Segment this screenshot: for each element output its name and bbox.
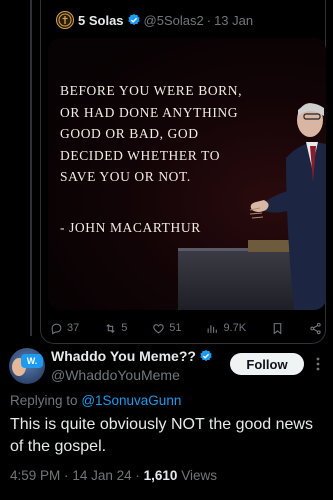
speaker-figure xyxy=(249,103,326,310)
tweet-date[interactable]: 13 Jan xyxy=(214,13,253,28)
verified-badge-icon xyxy=(200,349,212,362)
tweet-meta: 4:59 PM · 14 Jan 24 · 1,610 Views xyxy=(10,468,217,483)
views-label: Views xyxy=(181,468,217,483)
image-attribution: - John MacArthur xyxy=(60,220,201,235)
repost-action[interactable]: 5 xyxy=(104,322,127,335)
verified-badge-icon xyxy=(127,13,140,26)
views-count[interactable]: 1,610 xyxy=(144,468,178,483)
share-action[interactable] xyxy=(309,322,322,335)
thread-line xyxy=(30,0,32,336)
bar-chart-icon xyxy=(208,324,218,333)
tweet-text: This is quite obviously NOT the good new… xyxy=(10,416,313,455)
views-count: 9.7K xyxy=(223,322,247,334)
reply-action[interactable]: 37 xyxy=(50,322,79,335)
more-options-icon[interactable] xyxy=(312,356,324,372)
avatar[interactable]: W. xyxy=(9,348,45,384)
tweet-time[interactable]: 4:59 PM xyxy=(10,468,60,483)
follow-button[interactable]: Follow xyxy=(230,353,304,375)
heart-icon xyxy=(153,323,165,333)
avatar[interactable] xyxy=(56,11,74,29)
repost-icon xyxy=(106,323,115,333)
like-count: 51 xyxy=(169,322,182,334)
bookmark-icon xyxy=(273,322,282,334)
separator-dot: · xyxy=(206,12,212,28)
tweet-date[interactable]: 14 Jan 24 xyxy=(72,468,131,483)
repost-count: 5 xyxy=(121,322,128,334)
comment-icon xyxy=(51,323,62,335)
separator-dot: · xyxy=(64,468,69,483)
author-handle[interactable]: @5Solas2 xyxy=(144,13,204,28)
replying-prefix: Replying to xyxy=(10,393,78,408)
reply-count: 37 xyxy=(67,322,80,334)
bookmark-action[interactable] xyxy=(271,322,284,335)
author-name[interactable]: 5 Solas xyxy=(78,13,124,28)
cross-logo-icon xyxy=(58,13,72,27)
quoted-tweet-actions: 37 5 51 9.7K xyxy=(50,318,322,338)
replying-to-link[interactable]: @1SonuvaGunn xyxy=(81,393,181,408)
quote-image[interactable]: Before you were born, or had done anythi… xyxy=(48,38,326,310)
views-action[interactable]: 9.7K xyxy=(206,322,246,335)
like-action[interactable]: 51 xyxy=(152,322,182,335)
author-handle[interactable]: @WhaddoYouMeme xyxy=(51,367,180,383)
quoted-tweet-header: 5 Solas @5Solas2 · 13 Jan xyxy=(56,10,253,30)
replying-to: Replying to @1SonuvaGunn xyxy=(10,393,181,408)
author-name[interactable]: Whaddo You Meme?? xyxy=(51,348,196,364)
reply-author-row: Whaddo You Meme?? xyxy=(51,348,216,364)
share-icon xyxy=(310,322,321,334)
separator-dot: · xyxy=(135,468,140,483)
avatar-badge: W. xyxy=(21,354,43,368)
